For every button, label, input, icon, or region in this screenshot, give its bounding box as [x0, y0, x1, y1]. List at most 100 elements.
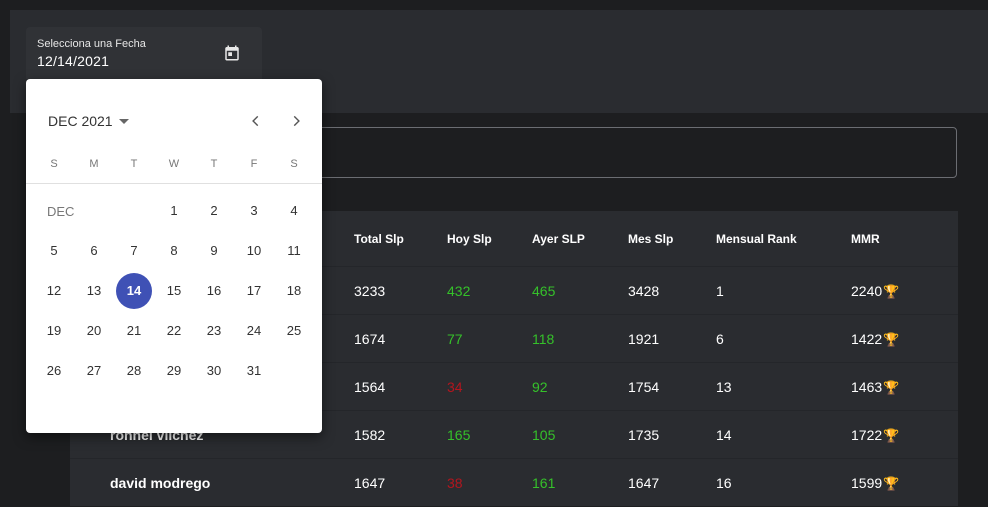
calendar-day[interactable]: 24 [236, 313, 272, 349]
calendar-day[interactable]: 23 [196, 313, 232, 349]
calendar-day[interactable]: 8 [156, 233, 192, 269]
hoy-slp-cell: 77 [447, 331, 463, 347]
mmr-value: 1463 [851, 379, 883, 395]
mes-slp-cell: 3428 [628, 283, 660, 299]
weekday-label: W [168, 158, 180, 170]
trophy-icon: 🏆 [883, 380, 900, 395]
mmr-cell: 1722🏆 [851, 427, 899, 444]
calendar-day[interactable]: 31 [236, 353, 272, 389]
header-ayer-slp[interactable]: Ayer SLP [532, 232, 585, 246]
calendar-day[interactable]: 20 [76, 313, 112, 349]
ayer-slp-cell: 161 [532, 475, 556, 491]
rank-cell: 16 [716, 475, 732, 491]
player-name: david modrego [110, 475, 211, 491]
calendar-day[interactable]: 12 [36, 273, 72, 309]
calendar-icon[interactable] [223, 44, 241, 62]
ayer-slp-cell: 92 [532, 379, 548, 395]
weekday-label: T [210, 158, 218, 170]
mmr-value: 1422 [851, 331, 883, 347]
calendar-day[interactable]: 21 [116, 313, 152, 349]
calendar-day[interactable]: 28 [116, 353, 152, 389]
month-year-selector[interactable]: DEC 2021 [48, 113, 129, 129]
calendar-divider [26, 183, 322, 184]
mmr-cell: 1422🏆 [851, 331, 899, 348]
previous-month-button[interactable] [242, 107, 270, 135]
selected-day[interactable]: 14 [116, 273, 152, 309]
trophy-icon: 🏆 [883, 476, 900, 491]
trophy-icon: 🏆 [883, 428, 900, 443]
calendar-day[interactable]: 5 [36, 233, 72, 269]
caret-down-icon [118, 118, 129, 124]
rank-cell: 1 [716, 283, 724, 299]
calendar-day[interactable]: 26 [36, 353, 72, 389]
calendar-day[interactable]: 29 [156, 353, 192, 389]
mmr-cell: 1599🏆 [851, 475, 899, 492]
mes-slp-cell: 1921 [628, 331, 660, 347]
mmr-value: 1722 [851, 427, 883, 443]
month-row-label: DEC [47, 204, 75, 219]
mmr-cell: 1463🏆 [851, 379, 899, 396]
rank-cell: 13 [716, 379, 732, 395]
hoy-slp-cell: 432 [447, 283, 471, 299]
total-slp-cell: 3233 [354, 283, 386, 299]
calendar-day[interactable]: 9 [196, 233, 232, 269]
weekday-label: M [89, 158, 99, 170]
calendar-day[interactable]: 13 [76, 273, 112, 309]
total-slp-cell: 1564 [354, 379, 386, 395]
calendar-day[interactable]: 2 [196, 193, 232, 229]
ayer-slp-cell: 465 [532, 283, 556, 299]
table-row[interactable]: david modrego 1647 38 161 1647 16 1599🏆 [70, 458, 958, 507]
weekday-label: F [250, 158, 258, 170]
header-mmr[interactable]: MMR [851, 232, 880, 246]
weekday-label: S [50, 158, 58, 170]
calendar-day[interactable]: 1 [156, 193, 192, 229]
calendar-day[interactable]: 27 [76, 353, 112, 389]
mes-slp-cell: 1754 [628, 379, 660, 395]
calendar-day[interactable]: 3 [236, 193, 272, 229]
header-total-slp[interactable]: Total Slp [354, 232, 404, 246]
calendar-day[interactable]: 30 [196, 353, 232, 389]
ayer-slp-cell: 118 [532, 331, 555, 347]
hoy-slp-cell: 165 [447, 427, 471, 443]
rank-cell: 14 [716, 427, 732, 443]
mmr-cell: 2240🏆 [851, 283, 899, 300]
calendar-popup: DEC 2021 S M T W T F S DEC 1 2 3 4 5 6 7 8 9 10 11… [26, 79, 322, 433]
mmr-value: 2240 [851, 283, 883, 299]
hoy-slp-cell: 38 [447, 475, 463, 491]
weekday-label: T [130, 158, 138, 170]
ayer-slp-cell: 105 [532, 427, 556, 443]
calendar-day[interactable]: 6 [76, 233, 112, 269]
calendar-day[interactable]: 19 [36, 313, 72, 349]
hoy-slp-cell: 34 [447, 379, 463, 395]
calendar-day[interactable]: 17 [236, 273, 272, 309]
header-mes-slp[interactable]: Mes Slp [628, 232, 673, 246]
mmr-value: 1599 [851, 475, 883, 491]
header-mensual-rank[interactable]: Mensual Rank [716, 232, 797, 246]
date-picker-label: Selecciona una Fecha [37, 38, 146, 50]
chevron-left-icon [252, 115, 259, 127]
next-month-button[interactable] [282, 107, 310, 135]
calendar-day[interactable]: 15 [156, 273, 192, 309]
calendar-day[interactable]: 22 [156, 313, 192, 349]
total-slp-cell: 1674 [354, 331, 386, 347]
calendar-day[interactable]: 11 [276, 233, 312, 269]
trophy-icon: 🏆 [883, 332, 900, 347]
calendar-day[interactable]: 7 [116, 233, 152, 269]
header-hoy-slp[interactable]: Hoy Slp [447, 232, 492, 246]
date-picker-field[interactable]: Selecciona una Fecha 12/14/2021 [26, 27, 262, 79]
mes-slp-cell: 1647 [628, 475, 660, 491]
calendar-day[interactable]: 10 [236, 233, 272, 269]
date-picker-value[interactable]: 12/14/2021 [37, 53, 109, 69]
calendar-day[interactable]: 18 [276, 273, 312, 309]
trophy-icon: 🏆 [883, 284, 900, 299]
total-slp-cell: 1582 [354, 427, 386, 443]
weekday-label: S [290, 158, 298, 170]
chevron-right-icon [293, 115, 300, 127]
calendar-day[interactable]: 25 [276, 313, 312, 349]
month-year-label: DEC 2021 [48, 113, 113, 129]
mes-slp-cell: 1735 [628, 427, 660, 443]
calendar-day[interactable]: 4 [276, 193, 312, 229]
calendar-day[interactable]: 16 [196, 273, 232, 309]
total-slp-cell: 1647 [354, 475, 386, 491]
rank-cell: 6 [716, 331, 724, 347]
